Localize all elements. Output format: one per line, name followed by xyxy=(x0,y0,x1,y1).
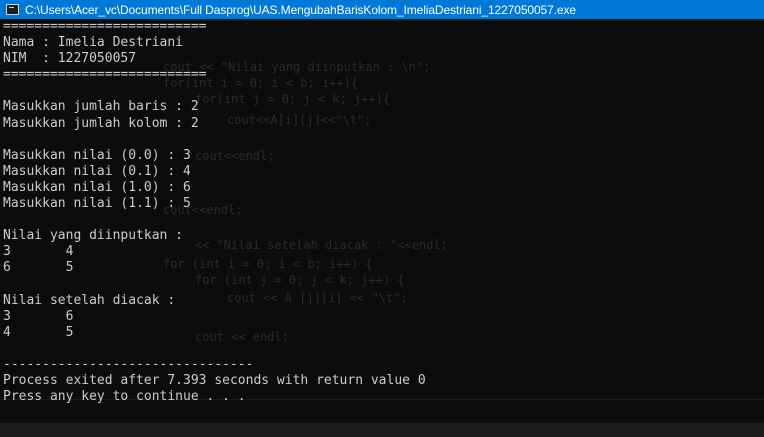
console-line: Press any key to continue . . . xyxy=(3,389,246,405)
console-line: 4 5 xyxy=(3,324,74,340)
console-line: Masukkan jumlah baris : 2 xyxy=(3,99,199,115)
window-title: C:\Users\Acer_vc\Documents\Full Dasprog\… xyxy=(25,2,576,17)
console-line: 6 5 xyxy=(3,260,74,276)
console-text: ========================== Nama : Imelia… xyxy=(3,19,426,405)
console-line: NIM : 1227050057 xyxy=(3,51,137,67)
console-line: ========================== xyxy=(3,67,207,83)
console-line: Process exited after 7.393 seconds with … xyxy=(3,373,426,389)
console-line: 3 4 xyxy=(3,244,74,260)
console-line: Masukkan jumlah kolom : 2 xyxy=(3,115,199,131)
console-line: 3 6 xyxy=(3,308,74,324)
window-titlebar[interactable]: C:\Users\Acer_vc\Documents\Full Dasprog\… xyxy=(0,0,764,19)
console-output-area[interactable]: cout << "Nilai yang diinputkan : \n"; fo… xyxy=(0,19,764,437)
console-line: ========================== xyxy=(3,19,207,34)
console-line: Masukkan nilai (1.0) : 6 xyxy=(3,179,191,195)
console-app-icon[interactable] xyxy=(6,4,19,15)
console-line: Nilai setelah diacak : xyxy=(3,292,176,308)
console-line: Nama : Imelia Destriani xyxy=(3,35,184,51)
console-line: Masukkan nilai (0.0) : 3 xyxy=(3,147,191,163)
console-line: -------------------------------- xyxy=(3,356,254,372)
console-line: Nilai yang diinputkan : xyxy=(3,228,184,244)
console-line: Masukkan nilai (1.1) : 5 xyxy=(3,196,191,212)
console-line: Masukkan nilai (0.1) : 4 xyxy=(3,163,191,179)
